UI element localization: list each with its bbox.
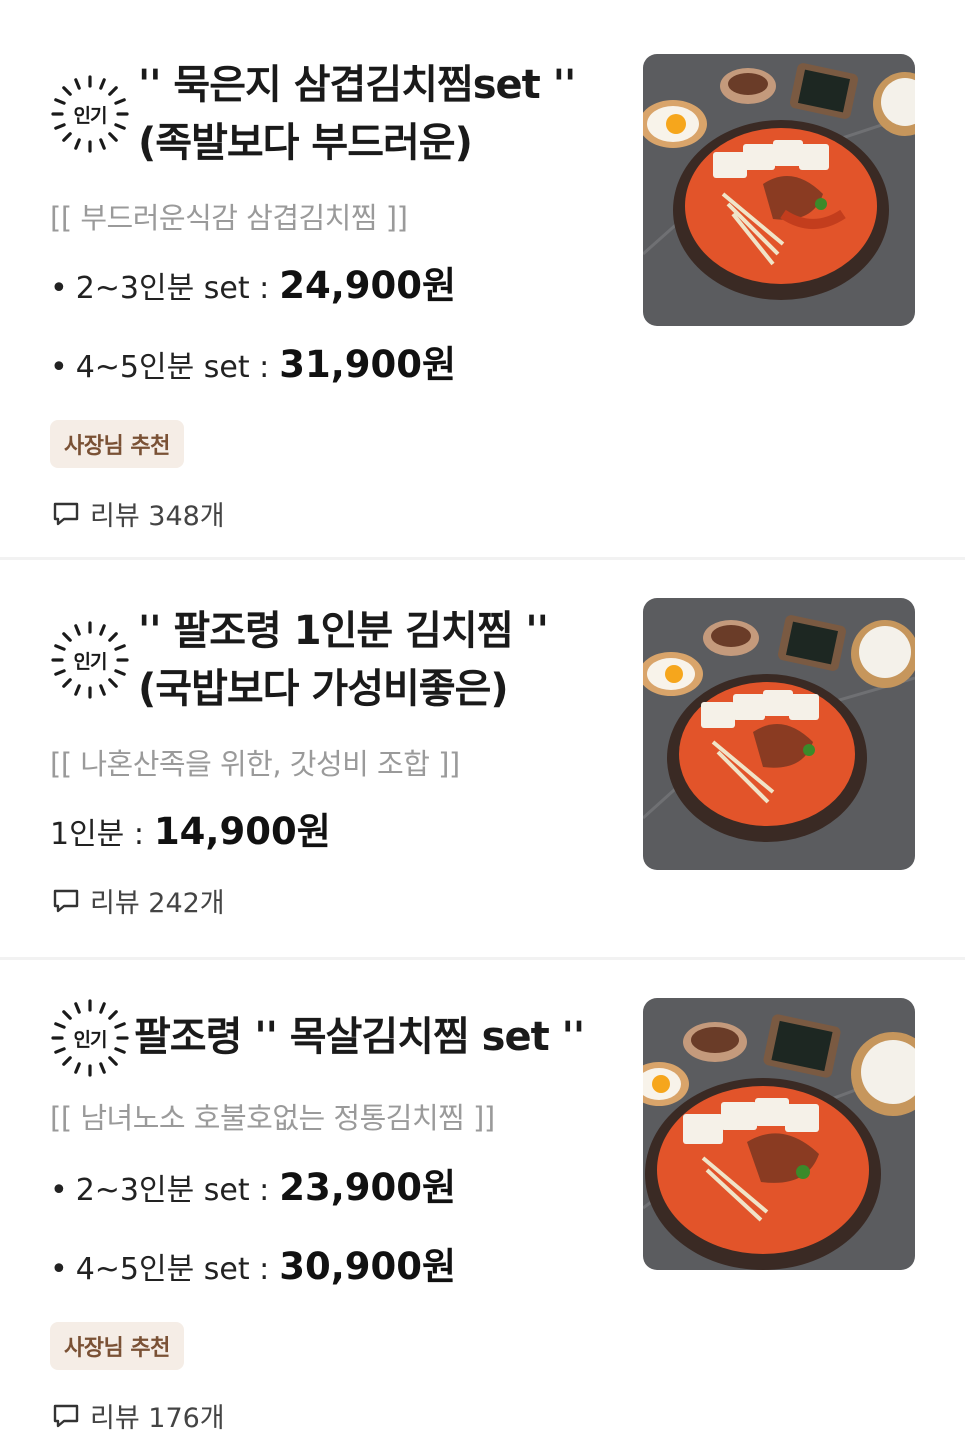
price-label: 4~5인분 set : [75,350,270,385]
item-title[interactable]: '' 팔조령 1인분 김치찜 '' (국밥보다 가성비좋은) [138,602,608,718]
recommend-badge: 사장님 추천 [50,420,184,468]
popular-badge-label: 인기 [73,104,108,127]
price-label: 2~3인분 set : [75,1173,270,1208]
menu-item[interactable]: 인기 팔조령 '' 목살김치찜 set '' [[ 남녀노소 호불호없는 정통김… [0,960,965,1440]
speech-bubble-icon [53,502,79,525]
menu-item[interactable]: 인기 '' 팔조령 1인분 김치찜 '' (국밥보다 가성비좋은) [[ 나혼산… [0,560,965,960]
item-title[interactable]: 팔조령 '' 목살김치찜 set '' [134,998,604,1066]
menu-item[interactable]: 인기 '' 묵은지 삼겹김치찜set '' (족발보다 부드러운) [[ 부드러… [0,0,965,560]
review-count[interactable]: 리뷰 348개 [50,494,965,533]
title-line: 팔조령 '' 목살김치찜 set '' [134,1014,585,1060]
review-label: 리뷰 176개 [90,1403,225,1434]
title-line: (족발보다 부드러운) [138,120,473,166]
review-label: 리뷰 242개 [90,888,225,919]
popular-badge-label: 인기 [73,1028,108,1051]
title-line: '' 묵은지 삼겹김치찜set '' [138,62,576,108]
price-option: • 4~5인분 set : 31,900원 [50,343,965,390]
review-count[interactable]: 리뷰 242개 [50,881,965,920]
title-line: '' 팔조령 1인분 김치찜 '' [138,608,549,654]
price-value: 14,900원 [153,810,331,853]
popular-badge: 인기 [50,998,130,1078]
menu-list: 인기 '' 묵은지 삼겹김치찜set '' (족발보다 부드러운) [[ 부드러… [0,0,965,1440]
title-line: (국밥보다 가성비좋은) [138,666,509,712]
popular-badge: 인기 [50,620,130,700]
price-label: 4~5인분 set : [75,1252,270,1287]
review-label: 리뷰 348개 [90,501,225,532]
price-label: 1인분 : [50,817,144,852]
speech-bubble-icon [53,889,79,912]
price-value: 23,900원 [279,1166,457,1209]
review-count[interactable]: 리뷰 176개 [50,1396,965,1435]
popular-badge-label: 인기 [73,650,108,673]
price-label: 2~3인분 set : [75,271,270,306]
item-title[interactable]: '' 묵은지 삼겹김치찜set '' (족발보다 부드러운) [138,56,608,172]
speech-bubble-icon [53,1404,79,1427]
popular-badge: 인기 [50,74,130,154]
recommend-badge: 사장님 추천 [50,1322,184,1370]
price-value: 30,900원 [279,1245,457,1288]
price-value: 24,900원 [279,264,457,307]
price-value: 31,900원 [279,343,457,386]
